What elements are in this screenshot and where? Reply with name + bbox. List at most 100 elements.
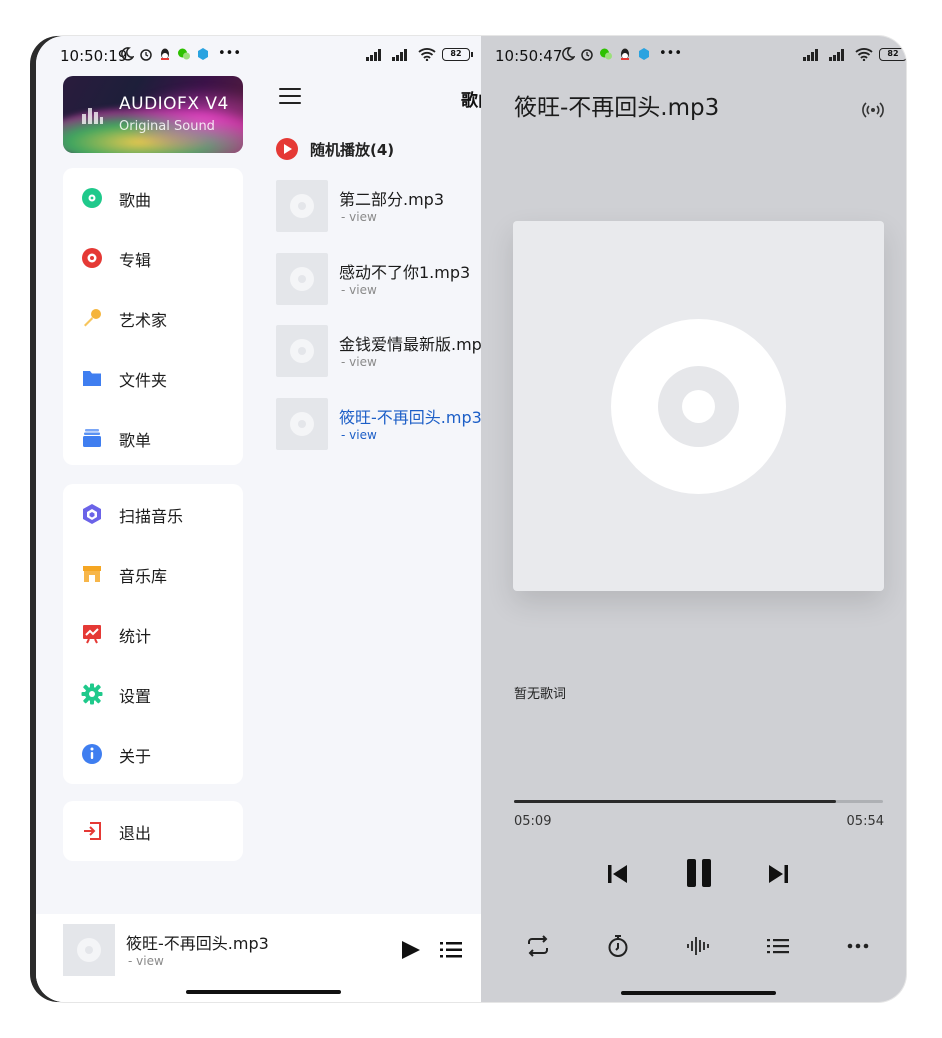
song-title: 筱旺-不再回头.mp3 [339, 408, 481, 427]
lyrics-placeholder: 暂无歌词 [514, 687, 567, 702]
song-subtitle: - view [341, 283, 377, 297]
song-subtitle: - view [341, 210, 377, 224]
play-circle-icon [276, 138, 298, 160]
more-options-icon[interactable] [845, 934, 871, 958]
nav-albums[interactable]: 专辑 [63, 228, 243, 288]
shuffle-play-button[interactable]: 随机播放(4) [276, 136, 394, 162]
song-cover [276, 180, 328, 232]
microphone-icon [84, 309, 101, 327]
disc-icon [290, 412, 314, 436]
nav-label: 专辑 [119, 251, 152, 270]
mini-player[interactable]: 筱旺-不再回头.mp3 - view [36, 914, 481, 1002]
home-indicator[interactable] [621, 991, 776, 995]
qq-icon [161, 48, 169, 60]
play-icon[interactable] [400, 940, 420, 960]
store-icon [83, 566, 101, 582]
song-item[interactable]: 金钱爱情最新版.mp3 - view [276, 325, 481, 381]
song-item-now-playing[interactable]: 筱旺-不再回头.mp3 - view [276, 398, 481, 454]
disc-icon [611, 319, 786, 494]
previous-track-icon[interactable] [605, 862, 629, 886]
qq-icon [621, 48, 629, 60]
more-notifications-icon: ••• [218, 46, 242, 61]
music-disc-icon [82, 188, 102, 208]
now-playing-title: 筱旺-不再回头.mp3 [514, 95, 720, 121]
nav-artists[interactable]: 艺术家 [63, 288, 243, 348]
song-item[interactable]: 感动不了你1.mp3 - view [276, 253, 481, 309]
nav-scan-music[interactable]: 扫描音乐 [63, 484, 243, 544]
signal-2-icon [829, 48, 849, 61]
queue-icon[interactable] [440, 941, 462, 959]
nav-folders[interactable]: 文件夹 [63, 348, 243, 408]
nav-label: 艺术家 [119, 311, 168, 330]
nav-playlists[interactable]: 歌单 [63, 408, 243, 468]
album-icon [82, 248, 102, 268]
nav-songs[interactable]: 歌曲 [63, 168, 243, 228]
app-banner: AUDIOFX V4 Original Sound [63, 76, 243, 153]
mini-player-subtitle: - view [128, 954, 164, 968]
app-notification-icon [639, 47, 649, 60]
broadcast-icon[interactable] [861, 100, 885, 120]
exit-nav-card: 退出 [63, 801, 243, 861]
song-title: 第二部分.mp3 [339, 190, 445, 209]
alarm-icon [581, 48, 593, 61]
nav-label: 歌曲 [119, 191, 152, 210]
app-notification-icon [198, 47, 208, 60]
status-bar: 10:50:47 ••• 82 [481, 36, 906, 74]
gear-icon [81, 683, 103, 705]
page-title: 歌曲 [461, 91, 481, 111]
battery-icon: 82 [442, 47, 473, 61]
nav-label: 文件夹 [119, 371, 168, 390]
current-time: 05:09 [514, 814, 552, 829]
library-screen: 10:50:19 ••• 82 AUDIOFX V4 Original Soun… [36, 36, 481, 1002]
song-title: 金钱爱情最新版.mp3 [339, 335, 481, 354]
app-name: AUDIOFX V4 [119, 94, 229, 114]
disc-icon [290, 194, 314, 218]
navigation-drawer: AUDIOFX V4 Original Sound 歌曲 专辑 艺术家 文件夹 … [36, 74, 258, 914]
tools-nav-card: 扫描音乐 音乐库 统计 设置 关于 [63, 484, 243, 784]
song-cover [276, 325, 328, 377]
device-frame: 10:50:19 ••• 82 AUDIOFX V4 Original Soun… [36, 36, 906, 1002]
library-nav-card: 歌曲 专辑 艺术家 文件夹 歌单 [63, 168, 243, 465]
nav-music-library[interactable]: 音乐库 [63, 544, 243, 604]
song-item[interactable]: 第二部分.mp3 - view [276, 180, 481, 236]
moon-icon [562, 46, 575, 61]
nav-label: 关于 [119, 747, 152, 766]
mini-player-cover [63, 924, 115, 976]
battery-icon: 82 [879, 47, 906, 61]
total-time: 05:54 [846, 814, 884, 829]
mini-player-title: 筱旺-不再回头.mp3 [126, 934, 269, 953]
info-icon [82, 744, 102, 764]
queue-icon[interactable] [765, 934, 791, 958]
nav-label: 退出 [119, 824, 152, 843]
pause-icon[interactable] [685, 858, 713, 888]
waveform-icon[interactable] [685, 934, 711, 958]
wifi-icon [418, 48, 436, 61]
signal-1-icon [366, 48, 386, 61]
timer-icon[interactable] [605, 934, 631, 958]
nav-label: 扫描音乐 [119, 507, 184, 526]
seek-bar-progress [514, 800, 836, 803]
signal-1-icon [803, 48, 823, 61]
more-notifications-icon: ••• [659, 46, 683, 61]
disc-icon [77, 938, 101, 962]
status-bar: 10:50:19 ••• 82 [36, 36, 481, 74]
status-notification-icons: ••• [561, 46, 682, 61]
menu-icon[interactable] [279, 88, 301, 106]
nav-label: 统计 [119, 627, 152, 646]
seek-bar[interactable] [514, 800, 883, 803]
repeat-icon[interactable] [525, 934, 551, 958]
nav-settings[interactable]: 设置 [63, 664, 243, 724]
nav-statistics[interactable]: 统计 [63, 604, 243, 664]
status-system-icons: 82 [803, 47, 906, 61]
nav-about[interactable]: 关于 [63, 724, 243, 784]
disc-icon [290, 339, 314, 363]
app-tagline: Original Sound [119, 119, 215, 134]
song-subtitle: - view [341, 355, 377, 369]
wechat-icon [178, 48, 190, 59]
wifi-icon [855, 48, 873, 61]
home-indicator[interactable] [186, 990, 341, 994]
nav-exit[interactable]: 退出 [63, 801, 243, 861]
folder-icon [83, 371, 101, 386]
nav-label: 音乐库 [119, 567, 168, 586]
next-track-icon[interactable] [767, 862, 791, 886]
